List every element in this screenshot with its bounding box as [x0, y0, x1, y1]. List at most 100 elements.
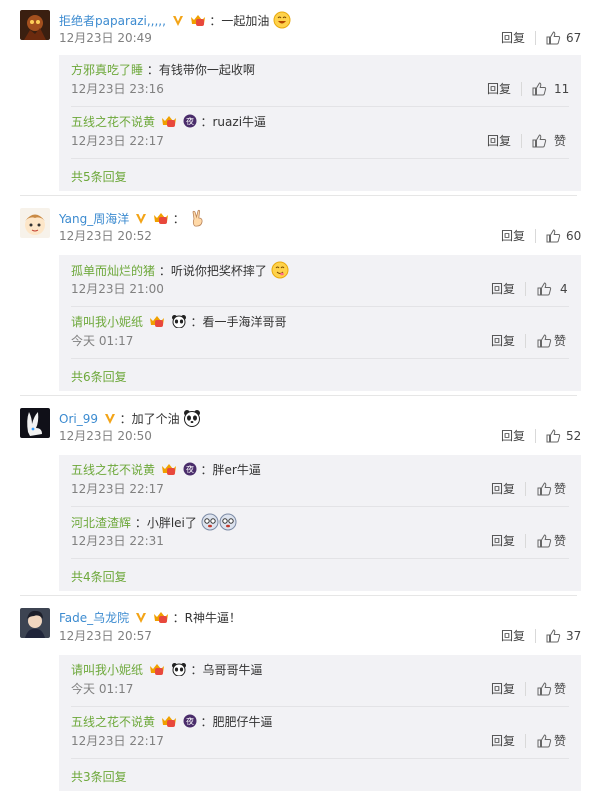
reply-time: 12月23日 22:31 [71, 534, 164, 548]
divider [71, 358, 569, 359]
username-link[interactable]: 拒绝者paparazi,,,,, [59, 14, 166, 28]
view-more-replies-link[interactable]: 共5条回复 [71, 169, 127, 185]
comment-time: 12月23日 20:52 [59, 229, 152, 243]
reply-text: ：肥肥仔牛逼 [200, 715, 273, 729]
avatar[interactable] [20, 208, 50, 238]
divider [535, 31, 536, 45]
yummy-emoji-icon [271, 261, 289, 279]
view-more-replies-link[interactable]: 共3条回复 [71, 769, 127, 785]
like-count[interactable]: 赞 [554, 533, 566, 549]
reply-button[interactable]: 回复 [491, 481, 515, 497]
comment-time: 12月23日 20:49 [59, 31, 152, 45]
reply-button[interactable]: 回复 [491, 733, 515, 749]
crown-level-icon [161, 462, 177, 481]
reply-button[interactable]: 回复 [501, 30, 525, 46]
like-count[interactable]: 67 [566, 30, 581, 46]
reply-button[interactable]: 回复 [501, 428, 525, 444]
thumbs-up-icon[interactable] [536, 481, 552, 497]
sub-reply: 请叫我小妮纸 ：看一手海洋哥哥 今天 01:17 回复 赞 [59, 307, 581, 359]
night-badge-icon: 夜 [183, 462, 197, 481]
avatar[interactable] [20, 408, 50, 438]
thumbs-up-icon[interactable] [545, 30, 561, 46]
like-count[interactable]: 37 [566, 628, 581, 644]
divider [20, 595, 577, 596]
reply-panel: 方邪真吃了睡 ：有钱带你一起收啊 12月23日 23:16 回复 11 五线之花… [59, 55, 581, 191]
like-count[interactable]: 赞 [554, 733, 566, 749]
sub-reply: 方邪真吃了睡 ：有钱带你一起收啊 12月23日 23:16 回复 11 [59, 55, 581, 107]
svg-text:夜: 夜 [186, 716, 194, 726]
thumbs-up-icon[interactable] [536, 281, 552, 297]
reply-panel: 五线之花不说黄 夜 ：胖er牛逼 12月23日 22:17 回复 赞 河北渣渣辉… [59, 455, 581, 591]
like-count[interactable]: 赞 [554, 333, 566, 349]
panda-badge-icon [171, 314, 187, 333]
thumbs-up-icon[interactable] [531, 133, 547, 149]
username-link[interactable]: 五线之花不说黄 [71, 115, 155, 129]
like-count[interactable]: 赞 [554, 681, 566, 697]
reply-button[interactable]: 回复 [501, 628, 525, 644]
thumbs-up-icon[interactable] [536, 333, 552, 349]
svg-text:夜: 夜 [186, 116, 194, 126]
username-link[interactable]: 河北渣渣辉 [71, 516, 131, 530]
reply-time: 12月23日 23:16 [71, 82, 164, 96]
reply-button[interactable]: 回复 [501, 228, 525, 244]
username-link[interactable]: Fade_乌龙院 [59, 611, 129, 625]
username-link[interactable]: 请叫我小妮纸 [71, 663, 143, 677]
comment: Fade_乌龙院 ：R神牛逼！ 12月23日 20:57 回复 37 请叫我小妮… [0, 608, 597, 793]
like-count[interactable]: 11 [554, 81, 569, 97]
crown-level-icon [153, 211, 169, 230]
reply-time: 12月23日 22:17 [71, 482, 164, 496]
avatar[interactable] [20, 10, 50, 40]
divider [20, 195, 577, 196]
thumbs-up-icon[interactable] [545, 228, 561, 244]
username-link[interactable]: 五线之花不说黄 [71, 715, 155, 729]
username-link[interactable]: 五线之花不说黄 [71, 463, 155, 477]
crown-level-icon [161, 714, 177, 733]
reply-text: ：乌哥哥牛逼 [190, 663, 263, 677]
like-count[interactable]: 52 [566, 428, 581, 444]
view-more-replies-link[interactable]: 共4条回复 [71, 569, 127, 585]
reply-button[interactable]: 回复 [491, 533, 515, 549]
reply-text: ：小胖lei了 [134, 516, 197, 530]
reply-button[interactable]: 回复 [491, 281, 515, 297]
like-count[interactable]: 赞 [554, 481, 566, 497]
reply-text: ：胖er牛逼 [200, 463, 261, 477]
like-count[interactable]: 4 [560, 281, 568, 297]
divider [71, 758, 569, 759]
sub-reply: 五线之花不说黄 夜 ：ruazi牛逼 12月23日 22:17 回复 赞 [59, 107, 581, 159]
like-count[interactable]: 赞 [554, 133, 566, 149]
reply-button[interactable]: 回复 [491, 681, 515, 697]
username-link[interactable]: Ori_99 [59, 412, 98, 426]
divider [20, 395, 577, 396]
view-more-replies-link[interactable]: 共6条回复 [71, 369, 127, 385]
vip-verified-icon [135, 611, 147, 629]
divider [535, 229, 536, 243]
username-link[interactable]: 请叫我小妮纸 [71, 315, 143, 329]
thumbs-up-icon[interactable] [545, 428, 561, 444]
crown-level-icon [149, 662, 165, 681]
divider [71, 558, 569, 559]
thumbs-up-icon[interactable] [536, 533, 552, 549]
reply-button[interactable]: 回复 [487, 133, 511, 149]
divider [525, 282, 526, 296]
reply-button[interactable]: 回复 [491, 333, 515, 349]
like-count[interactable]: 60 [566, 228, 581, 244]
thumbs-up-icon[interactable] [536, 681, 552, 697]
comment-text: ：一起加油 [209, 14, 270, 28]
reply-button[interactable]: 回复 [487, 81, 511, 97]
comment-text: ： [172, 212, 185, 226]
reply-time: 12月23日 21:00 [71, 282, 164, 296]
thumbs-up-icon[interactable] [536, 733, 552, 749]
smile-emoji-icon [273, 11, 291, 29]
reply-time: 今天 01:17 [71, 682, 134, 696]
username-link[interactable]: 方邪真吃了睡 [71, 63, 143, 77]
sub-reply: 孤单而灿烂的猪 ：听说你把奖杯摔了 12月23日 21:00 回复 4 [59, 255, 581, 307]
night-badge-icon: 夜 [183, 114, 197, 133]
sub-reply: 河北渣渣辉 ：小胖lei了 12月23日 22:31 回复 赞 [59, 507, 581, 559]
username-link[interactable]: 孤单而灿烂的猪 [71, 264, 155, 278]
username-link[interactable]: Yang_周海洋 [59, 212, 129, 226]
thumbs-up-icon[interactable] [545, 628, 561, 644]
avatar[interactable] [20, 608, 50, 638]
divider [535, 429, 536, 443]
reply-text: ：看一手海洋哥哥 [190, 315, 287, 329]
thumbs-up-icon[interactable] [531, 81, 547, 97]
